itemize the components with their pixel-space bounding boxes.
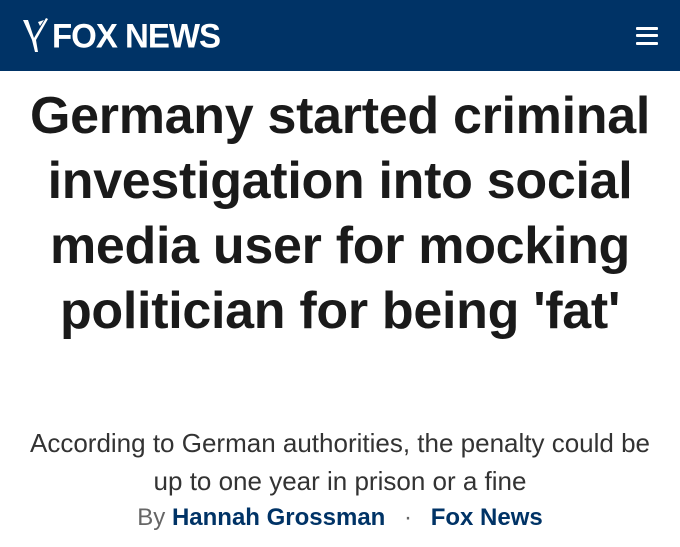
logo-text: FOX NEWS [52, 16, 221, 55]
byline-prefix: By [137, 504, 166, 531]
fox-news-logo[interactable]: FOX NEWS [20, 16, 221, 56]
byline-separator: · [404, 504, 413, 531]
article-headline: Germany started criminal investigation i… [30, 87, 650, 340]
source-link[interactable]: Fox News [431, 504, 543, 531]
menu-line [636, 41, 658, 45]
menu-line [636, 26, 658, 30]
fox-news-logo-icon [23, 17, 48, 52]
author-link[interactable]: Hannah Grossman [172, 504, 385, 531]
byline: By Hannah Grossman · Fox News [20, 501, 660, 535]
article-subheadline: According to German authorities, the pen… [29, 428, 651, 496]
site-header: FOX NEWS [0, 0, 680, 71]
menu-line [636, 34, 658, 37]
hamburger-menu-icon[interactable] [636, 26, 658, 45]
